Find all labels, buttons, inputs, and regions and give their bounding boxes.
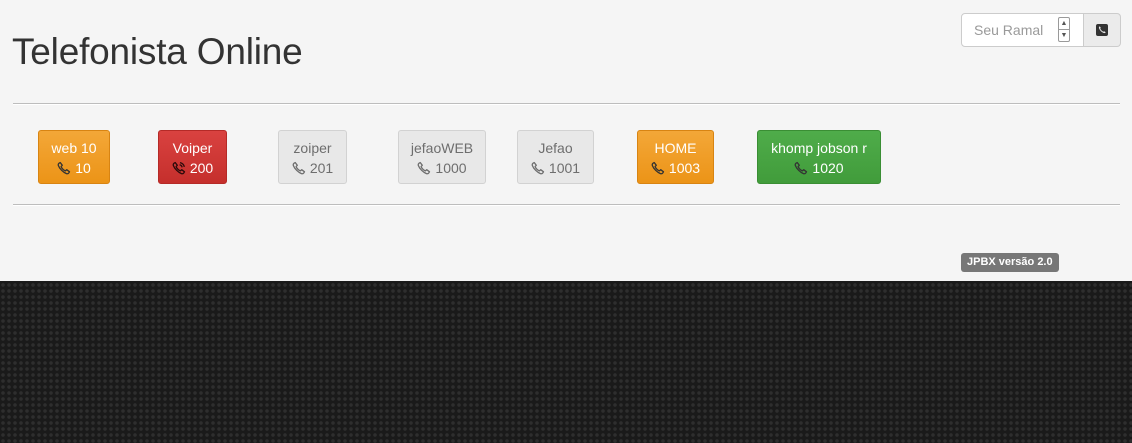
top-divider <box>13 103 1120 105</box>
extension-card[interactable]: web 10 10 <box>38 130 110 184</box>
extension-card[interactable]: khomp jobson r 1020 <box>757 130 881 184</box>
ramal-stepper[interactable]: ▲ ▼ <box>1058 17 1070 42</box>
phone-icon <box>531 161 545 175</box>
extension-card[interactable]: zoiper 201 <box>278 130 347 184</box>
ramal-field-wrapper: ▲ ▼ <box>961 13 1084 47</box>
page-title: Telefonista Online <box>12 31 303 72</box>
version-badge: JPBX versão 2.0 <box>961 253 1059 272</box>
extension-number: 1020 <box>812 160 844 176</box>
extension-number: 10 <box>75 160 91 176</box>
extension-card[interactable]: HOME 1003 <box>637 130 714 184</box>
main-panel: Telefonista Online ▲ ▼ web 10 <box>0 0 1132 281</box>
extension-name: khomp jobson r <box>771 140 867 156</box>
extension-name: Jefao <box>538 140 573 156</box>
call-button[interactable] <box>1084 13 1121 47</box>
extension-number: 1000 <box>435 160 467 176</box>
ramal-input-group: ▲ ▼ <box>961 13 1121 47</box>
extension-number: 1003 <box>668 160 701 176</box>
extension-card[interactable]: Voiper 200 <box>158 130 227 184</box>
phone-icon <box>57 161 71 175</box>
extension-name: jefaoWEB <box>410 140 474 156</box>
extension-name: Voiper <box>172 140 213 156</box>
phone-icon <box>292 161 306 175</box>
phone-icon <box>651 161 665 175</box>
ramal-input[interactable] <box>962 14 1054 46</box>
extension-number: 201 <box>309 160 334 176</box>
phone-volume-icon <box>172 161 186 175</box>
extension-name: HOME <box>654 140 697 156</box>
extension-name: web 10 <box>51 140 97 156</box>
extension-number: 1001 <box>548 160 581 176</box>
bottom-divider <box>13 204 1120 206</box>
stepper-down-icon[interactable]: ▼ <box>1059 29 1069 41</box>
extension-number: 200 <box>189 160 214 176</box>
phone-square-icon <box>1096 24 1108 36</box>
phone-icon <box>794 161 808 175</box>
extension-name: zoiper <box>293 140 332 156</box>
stepper-up-icon[interactable]: ▲ <box>1059 18 1069 29</box>
extension-card[interactable]: Jefao 1001 <box>517 130 594 184</box>
phone-icon <box>417 161 431 175</box>
extension-card[interactable]: jefaoWEB 1000 <box>398 130 486 184</box>
